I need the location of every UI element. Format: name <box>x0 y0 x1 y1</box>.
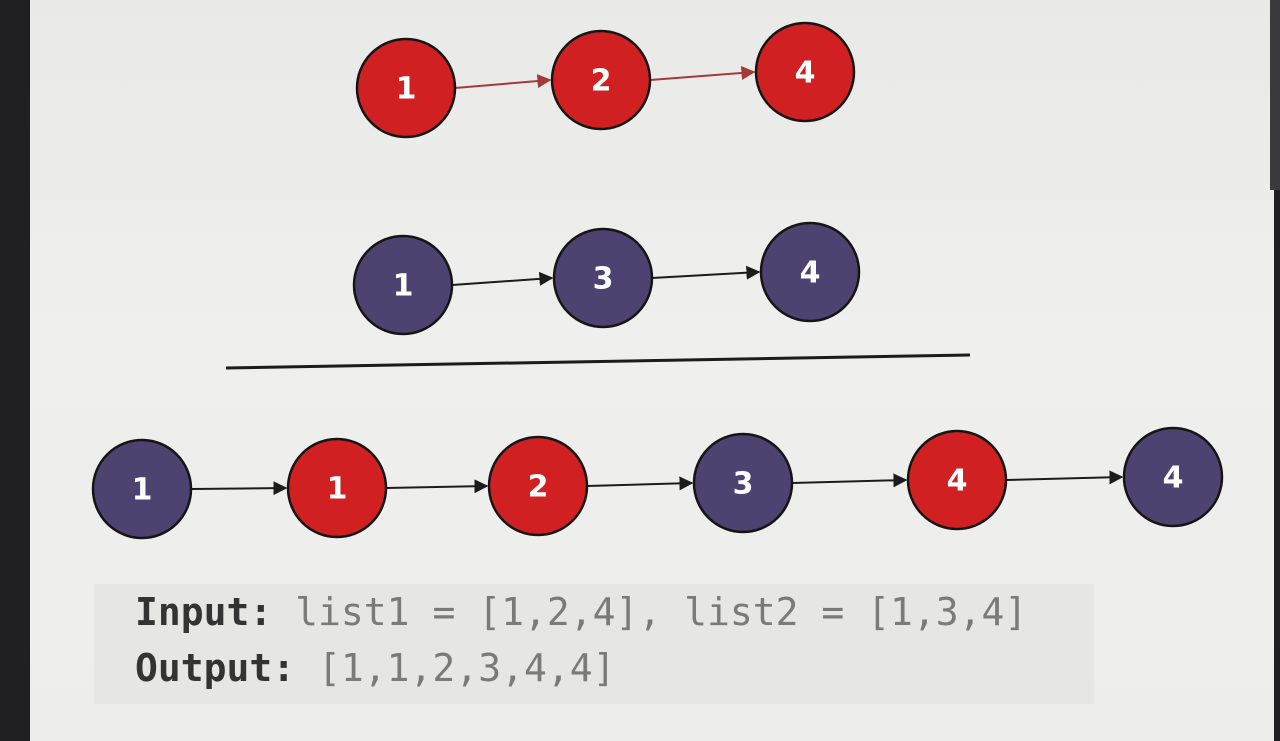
list2-node-label-3: 4 <box>800 256 821 291</box>
list1-arrow-2 <box>649 65 756 81</box>
merged-arrow-5 <box>1005 470 1124 485</box>
merged-arrow-4 <box>791 473 908 488</box>
list2-arrow-2 <box>651 265 761 280</box>
merged-node-label-3: 2 <box>528 470 549 505</box>
list1-node-label-1: 1 <box>396 72 417 107</box>
list1-row: 1 2 4 <box>355 21 856 139</box>
list2-node-label-1: 1 <box>393 269 414 304</box>
merged-node-label-5: 4 <box>947 464 968 499</box>
list2-row: 1 3 4 <box>352 221 861 336</box>
list1-node-label-3: 4 <box>795 56 816 91</box>
merged-row: 1 1 2 3 4 4 <box>91 426 1224 540</box>
input-label: Input: <box>135 590 273 634</box>
list2-node-label-2: 3 <box>593 262 614 297</box>
merged-arrow-3 <box>586 476 694 491</box>
merged-node-label-4: 3 <box>733 467 754 502</box>
list1-node-label-2: 2 <box>591 64 612 99</box>
input-value: list1 = [1,2,4], list2 = [1,3,4] <box>295 590 1028 634</box>
list2-arrow-1 <box>451 271 554 286</box>
merged-arrow-2 <box>385 479 489 494</box>
merged-node-label-1: 1 <box>132 473 153 508</box>
merged-node-label-2: 1 <box>327 472 348 507</box>
merged-node-label-6: 4 <box>1163 461 1184 496</box>
output-value: [1,1,2,3,4,4] <box>318 646 616 690</box>
merged-arrow-1 <box>190 481 288 496</box>
output-line: Output: [1,1,2,3,4,4] <box>135 646 615 690</box>
divider-line <box>225 353 971 370</box>
input-line: Input: list1 = [1,2,4], list2 = [1,3,4] <box>135 590 1027 634</box>
output-label: Output: <box>135 646 296 690</box>
list1-arrow-1 <box>454 74 552 89</box>
